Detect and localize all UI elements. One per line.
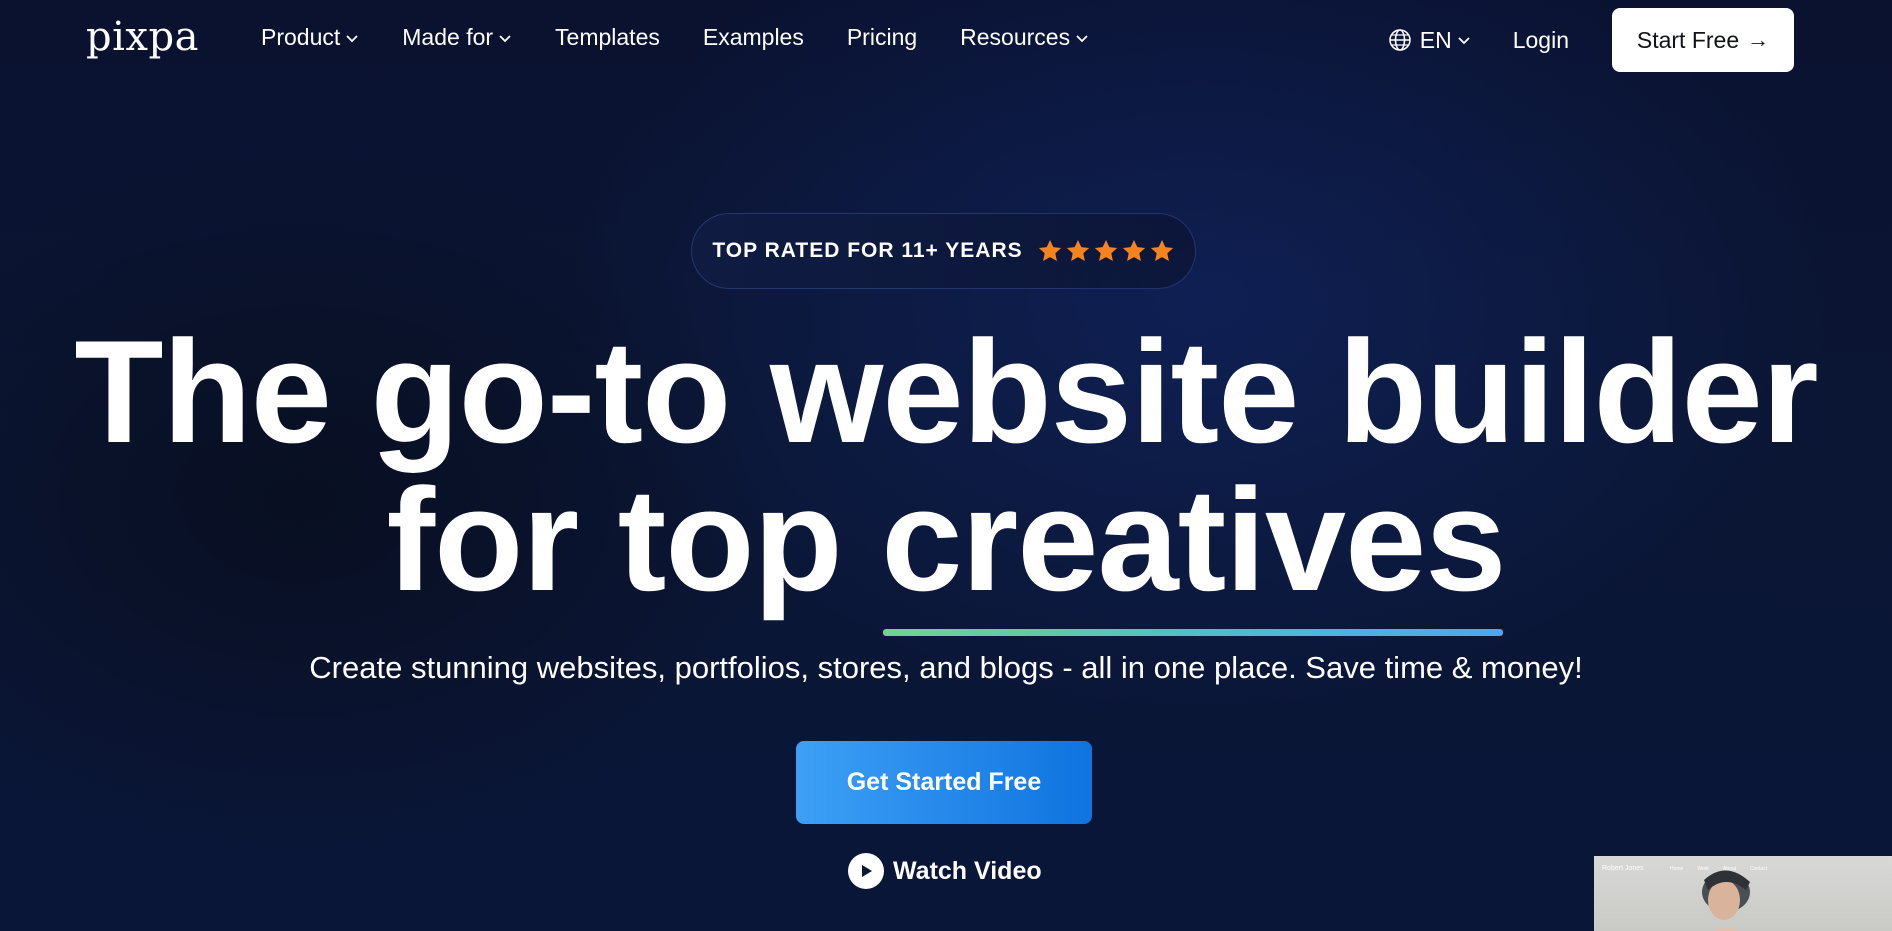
globe-icon xyxy=(1389,29,1411,51)
nav-item-templates[interactable]: Templates xyxy=(555,24,660,51)
nav-item-label: Examples xyxy=(702,24,804,50)
pixpa-logo[interactable]: pixpa xyxy=(86,14,199,60)
headline-highlight: creatives xyxy=(881,466,1506,636)
headline-line-2: for top creatives xyxy=(387,466,1506,636)
hero-subtitle: Create stunning websites, portfolios, st… xyxy=(309,650,1583,685)
chevron-down-icon xyxy=(499,34,511,42)
chevron-down-icon xyxy=(1458,37,1470,45)
language-label: EN xyxy=(1419,26,1452,53)
template-preview-thumbnail[interactable]: Robert Jones Home Work About Contact xyxy=(1594,856,1892,931)
nav-item-product[interactable]: Product xyxy=(261,24,359,51)
get-started-free-button[interactable]: Get Started Free xyxy=(796,741,1092,824)
rating-stars xyxy=(1035,238,1175,264)
nav-item-examples[interactable]: Examples xyxy=(703,24,804,51)
play-icon xyxy=(848,853,884,889)
star-icon xyxy=(1122,239,1145,261)
nav-menu: Product Made for Templates Examples Pric… xyxy=(261,24,1132,51)
nav-actions: EN Login Start Free → xyxy=(1388,8,1794,72)
start-free-label: Start Free xyxy=(1636,26,1740,53)
rating-badge: TOP RATED FOR 11+ YEARS xyxy=(691,213,1196,289)
rating-badge-text: TOP RATED FOR 11+ YEARS xyxy=(712,239,1023,262)
headline-line-2-prefix: for top xyxy=(386,458,882,621)
star-icon xyxy=(1066,239,1089,261)
nav-item-label: Product xyxy=(261,24,341,50)
watch-video-button[interactable]: Watch Video xyxy=(848,853,1042,889)
arrow-right-icon: → xyxy=(1747,27,1770,52)
star-icon xyxy=(1094,239,1117,261)
nav-item-label: Made for xyxy=(402,24,494,50)
language-selector[interactable]: EN xyxy=(1388,27,1471,54)
gradient-underline xyxy=(883,629,1504,636)
preview-site-name: Robert Jones xyxy=(1602,865,1644,872)
nav-item-pricing[interactable]: Pricing xyxy=(847,24,917,51)
star-icon xyxy=(1038,239,1061,261)
login-link[interactable]: Login xyxy=(1513,27,1569,54)
start-free-button[interactable]: Start Free → xyxy=(1612,8,1794,72)
watch-video-label: Watch Video xyxy=(893,856,1042,885)
top-navigation: pixpa Product Made for Templates Example… xyxy=(0,0,1892,82)
nav-item-made-for[interactable]: Made for xyxy=(402,24,512,51)
nav-item-label: Templates xyxy=(555,24,660,50)
headline-highlight-text: creatives xyxy=(881,458,1506,621)
nav-item-label: Resources xyxy=(960,24,1071,50)
preview-portrait-image xyxy=(1702,870,1750,931)
nav-item-label: Pricing xyxy=(846,24,918,50)
headline-line-1: The go-to website builder xyxy=(74,310,1818,473)
chevron-down-icon xyxy=(1076,34,1088,42)
hero-headline: The go-to website builder for top creati… xyxy=(0,318,1892,636)
star-icon xyxy=(1150,239,1173,261)
chevron-down-icon xyxy=(346,34,358,42)
nav-item-resources[interactable]: Resources xyxy=(960,24,1089,51)
